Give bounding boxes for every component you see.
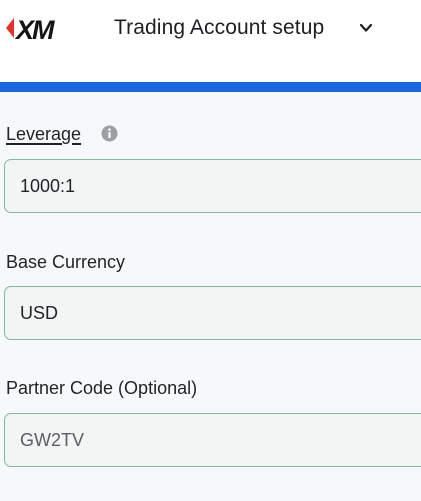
top-header: XM Trading Account setup bbox=[0, 0, 421, 82]
svg-text:XM: XM bbox=[14, 15, 55, 44]
base-currency-label: Base Currency bbox=[6, 252, 126, 272]
header-accent-bar bbox=[0, 82, 421, 92]
base-currency-field[interactable]: USD bbox=[4, 286, 421, 340]
partner-code-value: GW2TV bbox=[20, 430, 85, 450]
account-setup-form: Leverage 1000:1 Base Currency USD Partne… bbox=[0, 92, 421, 501]
leverage-field[interactable]: 1000:1 bbox=[4, 159, 421, 213]
chevron-down-icon[interactable] bbox=[358, 20, 374, 36]
partner-code-field[interactable]: GW2TV bbox=[4, 413, 421, 467]
info-icon[interactable] bbox=[101, 125, 118, 142]
leverage-label[interactable]: Leverage bbox=[6, 124, 81, 145]
xm-logo[interactable]: XM bbox=[4, 12, 74, 44]
base-currency-value: USD bbox=[20, 303, 59, 323]
account-setup-title[interactable]: Trading Account setup bbox=[114, 16, 324, 40]
leverage-value: 1000:1 bbox=[20, 176, 76, 196]
partner-code-label: Partner Code (Optional) bbox=[6, 378, 198, 398]
